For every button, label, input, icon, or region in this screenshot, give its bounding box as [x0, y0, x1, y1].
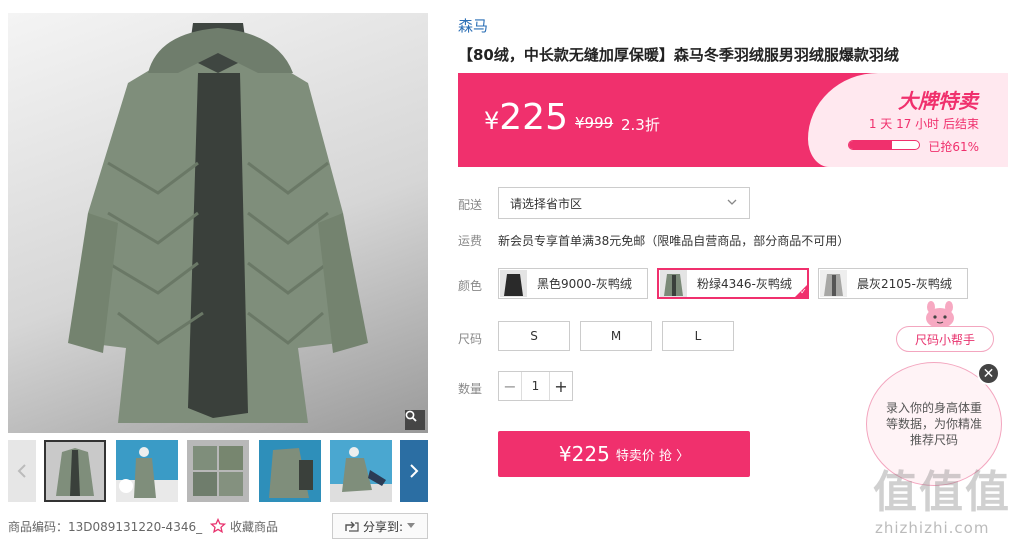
product-code: 商品编码：13D089131220-4346_	[8, 519, 203, 534]
gallery-footer: 商品编码：13D089131220-4346_ 收藏商品 分享到:	[8, 513, 428, 539]
thumbnail-1[interactable]	[44, 440, 106, 502]
size-helper-text: 录入你的身高体重等数据，为你精准推荐尺码	[885, 401, 982, 447]
zoom-icon[interactable]	[405, 410, 425, 430]
current-price: ¥ 225	[484, 97, 568, 138]
quantity-value[interactable]: 1	[521, 372, 550, 400]
share-label: 分享到:	[362, 519, 404, 534]
favorite-button[interactable]: 收藏商品	[210, 518, 278, 535]
quantity-increase-button[interactable]: +	[550, 372, 572, 400]
selected-check-icon: ✓	[794, 284, 808, 298]
price-banner: ¥ 225 ¥999 2.3折 大牌特卖 1 天 17 小时 后结束 已抢61%	[458, 73, 1008, 167]
coat-illustration	[68, 23, 368, 423]
delivery-label: 配送	[458, 198, 483, 212]
quantity-decrease-button[interactable]: −	[499, 372, 521, 400]
shipping-label: 运费	[458, 234, 483, 248]
share-icon	[345, 521, 359, 532]
discount-label: 2.3折	[621, 116, 660, 134]
sold-progress-fill	[849, 141, 892, 149]
watermark-text: zhizhizhi.com	[875, 519, 990, 537]
color-option-black[interactable]: 黑色9000-灰鸭绒	[498, 268, 648, 299]
shipping-info: 新会员专享首单满38元免邮（限唯品自营商品，部分商品不可用）	[498, 234, 850, 248]
region-select-value: 请选择省市区	[510, 196, 583, 211]
product-title: 【80绒，中长款无缝加厚保暖】森马冬季羽绒服男羽绒服爆款羽绒	[458, 46, 899, 64]
color-option-label: 晨灰2105-灰鸭绒	[857, 277, 952, 291]
original-price: ¥999	[575, 114, 614, 132]
size-helper-button[interactable]: 尺码小帮手	[896, 326, 994, 352]
color-label: 颜色	[458, 279, 483, 293]
thumbnail-list	[44, 440, 392, 502]
currency-symbol: ¥	[484, 107, 500, 135]
thumbnail-2[interactable]	[115, 440, 178, 502]
close-icon[interactable]: ✕	[977, 362, 1000, 385]
main-product-image[interactable]	[8, 13, 428, 433]
sold-percent-label: 已抢61%	[928, 140, 979, 154]
watermark-logo: 值值值	[873, 467, 1011, 518]
countdown-timer: 1 天 17 小时 后结束	[868, 117, 979, 131]
color-option-label: 粉绿4346-灰鸭绒	[697, 277, 792, 291]
color-option-gray[interactable]: 晨灰2105-灰鸭绒	[818, 268, 968, 299]
flash-sale-title: 大牌特卖	[898, 89, 978, 113]
thumbnail-strip	[8, 440, 428, 502]
size-label: 尺码	[458, 332, 483, 346]
favorite-label: 收藏商品	[230, 519, 279, 534]
thumb-prev-arrow-icon[interactable]	[8, 440, 36, 502]
color-swatch-gray	[820, 270, 847, 297]
thumb-next-arrow-icon[interactable]	[400, 440, 428, 502]
price-value: 225	[499, 97, 568, 138]
chevron-down-icon	[727, 196, 737, 210]
helper-mascot-icon[interactable]	[922, 301, 958, 329]
buy-button-label: 特卖价 抢 〉	[615, 448, 690, 464]
thumbnail-4[interactable]	[258, 440, 321, 502]
region-select[interactable]: 请选择省市区	[498, 187, 750, 219]
size-option-s[interactable]: S	[498, 321, 570, 351]
buy-button-price: ¥225	[558, 442, 610, 466]
quantity-label: 数量	[458, 382, 483, 396]
size-option-m[interactable]: M	[580, 321, 652, 351]
buy-button[interactable]: ¥225 特卖价 抢 〉	[498, 431, 750, 477]
color-swatch-black	[500, 270, 527, 297]
share-button[interactable]: 分享到:	[332, 513, 428, 539]
sold-progress-bar	[848, 140, 920, 150]
color-option-label: 黑色9000-灰鸭绒	[537, 277, 632, 291]
color-swatch-green	[660, 270, 687, 297]
caret-down-icon	[407, 523, 416, 528]
quantity-stepper: − 1 +	[498, 371, 573, 401]
size-option-l[interactable]: L	[662, 321, 734, 351]
thumbnail-3[interactable]	[187, 440, 249, 502]
color-option-green[interactable]: 粉绿4346-灰鸭绒 ✓	[657, 268, 809, 299]
brand-link[interactable]: 森马	[458, 15, 488, 36]
star-icon	[210, 518, 226, 534]
thumbnail-5[interactable]	[330, 440, 392, 502]
